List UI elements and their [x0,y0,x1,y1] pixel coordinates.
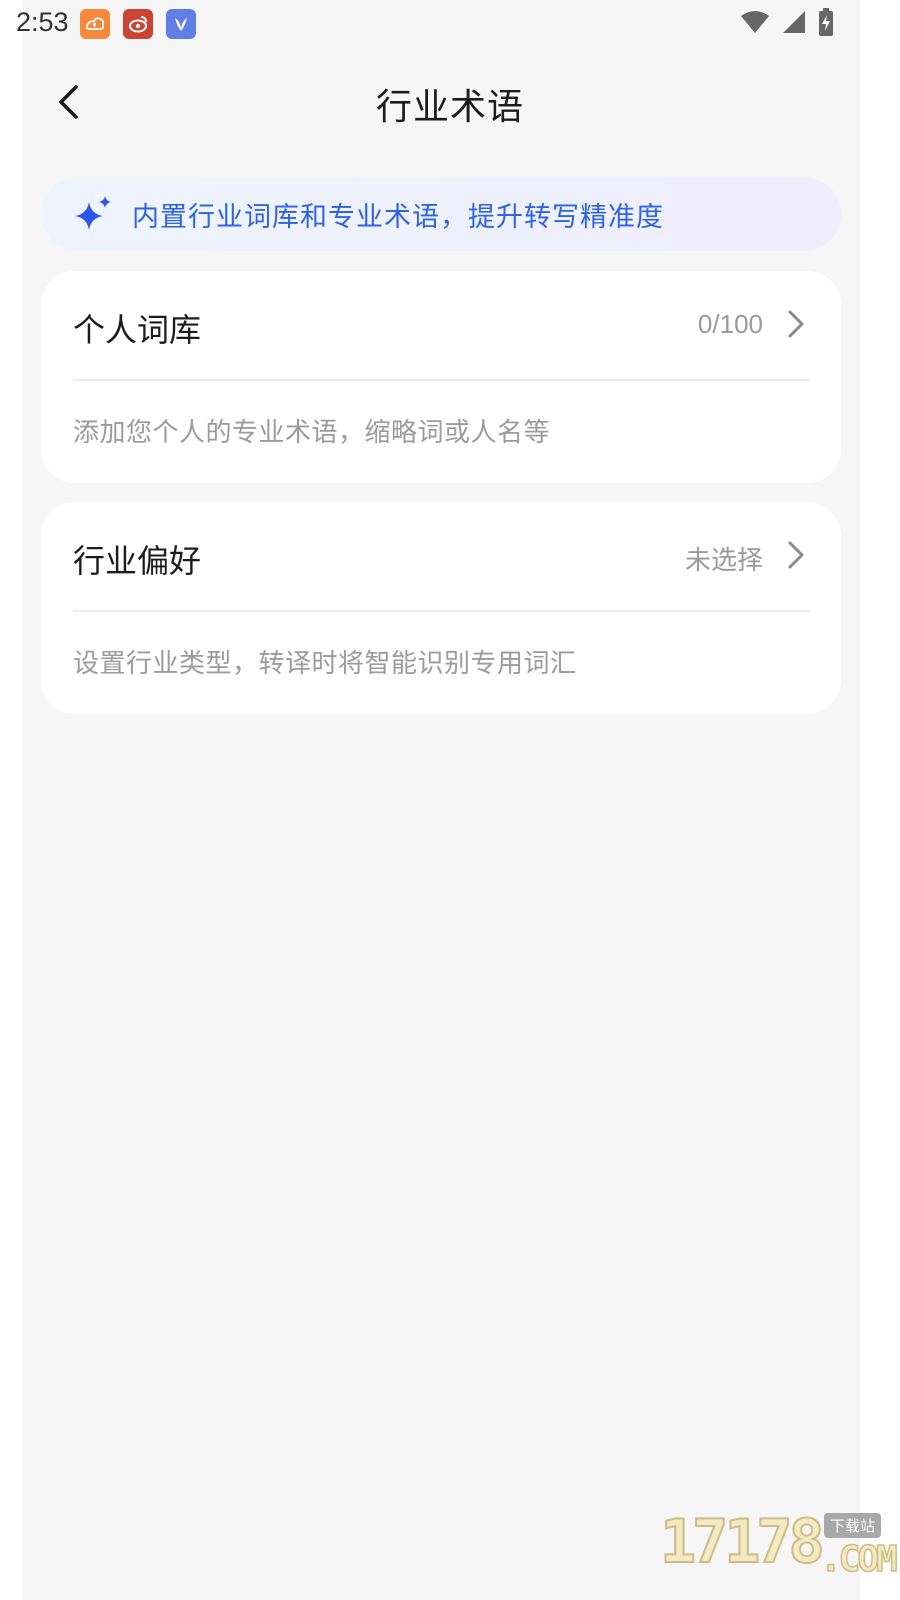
status-time: 2:53 [16,7,69,37]
system-status-icons [740,8,834,40]
info-banner: 内置行业词库和专业术语，提升转写精准度 [41,177,841,251]
bird-app-icon [166,9,196,39]
personal-vocabulary-card: 个人词库 0/100 添加您个人的专业术语，缩略词或人名等 [41,271,841,483]
site-watermark: 17178 下载站 .COM [659,1506,898,1587]
chevron-right-icon [785,540,807,574]
industry-preference-card: 行业偏好 未选择 设置行业类型，转译时将智能识别专用词汇 [41,502,841,714]
status-bar: 2:53 [0,0,900,48]
watermark-digits: 17178 [659,1506,826,1578]
cellular-signal-icon [782,10,806,38]
chevron-right-icon [785,309,807,343]
app-notification-icon [80,9,110,39]
divider [73,379,810,381]
watermark-tag: 下载站 [824,1513,882,1538]
page-title: 行业术语 [375,87,524,128]
sparkle-icon [71,194,115,238]
wifi-icon [740,10,770,38]
industry-preference-value: 未选择 [684,546,763,576]
industry-preference-description: 设置行业类型，转译时将智能识别专用词汇 [73,649,577,679]
industry-preference-title: 行业偏好 [73,542,202,580]
weibo-icon [123,9,153,39]
watermark-suffix: .COM [819,1538,898,1581]
battery-charging-icon [818,8,834,40]
banner-text: 内置行业词库和专业术语，提升转写精准度 [132,202,664,233]
personal-vocabulary-row[interactable]: 个人词库 0/100 [41,271,841,379]
personal-vocabulary-count: 0/100 [697,309,763,339]
personal-vocabulary-title: 个人词库 [73,311,202,349]
divider [73,610,810,612]
personal-vocabulary-description: 添加您个人的专业术语，缩略词或人名等 [73,418,551,448]
industry-preference-row[interactable]: 行业偏好 未选择 [41,502,841,610]
